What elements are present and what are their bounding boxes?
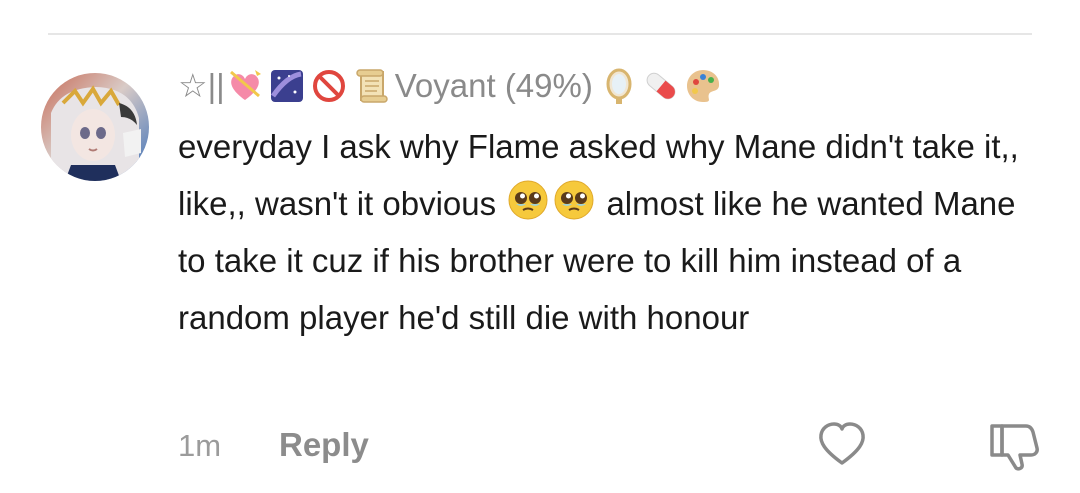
comment-actions: 1m Reply [178, 420, 1048, 471]
dislike-button[interactable] [988, 420, 1042, 472]
heart-outline-icon [819, 422, 865, 465]
reply-button[interactable]: Reply [279, 426, 369, 464]
username-row[interactable]: ☆|| Voyant (49%) [178, 60, 1058, 112]
mirror-icon [599, 66, 639, 106]
username[interactable]: Voyant (49%) [395, 60, 593, 112]
prohibited-icon [309, 66, 349, 106]
palette-icon [683, 66, 723, 106]
divider [48, 33, 1032, 35]
pleading-face-icon [507, 179, 549, 221]
comment: ☆|| Voyant (49%) everyday I ask why Flam… [178, 60, 1058, 346]
username-prefix: ☆|| [178, 67, 225, 104]
pill-icon [641, 66, 681, 106]
scroll-icon [351, 66, 391, 106]
timestamp: 1m [178, 428, 222, 463]
comment-text: everyday I ask why Flame asked why Mane … [178, 118, 1048, 346]
like-button[interactable] [816, 420, 868, 468]
avatar[interactable] [41, 73, 149, 181]
comment-screen: ☆|| Voyant (49%) everyday I ask why Flam… [0, 0, 1080, 493]
heart-ribbon-icon [225, 66, 265, 106]
pleading-face-icon [553, 179, 595, 221]
thumbs-down-outline-icon [990, 424, 1039, 471]
night-sky-icon [267, 66, 307, 106]
